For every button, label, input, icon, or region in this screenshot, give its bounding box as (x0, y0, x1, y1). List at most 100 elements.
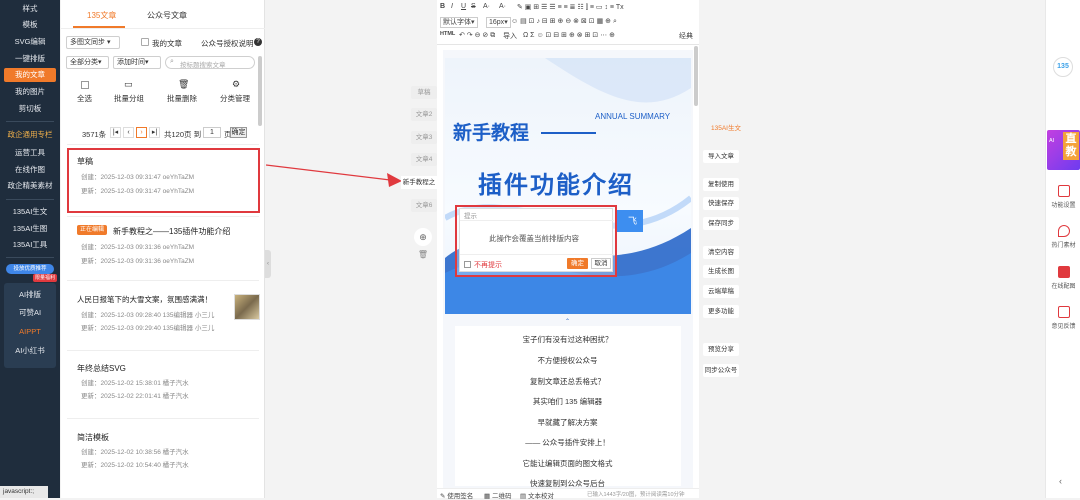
nav-item-auto-layout[interactable]: 一键排版 (0, 52, 60, 66)
sync-dropdown[interactable]: 多图文同步 ▾ (66, 36, 120, 49)
category-filter-label: 全部分类 (70, 59, 98, 66)
side-tab-article-3[interactable]: 文章3 (411, 131, 437, 144)
import-button[interactable]: 导入 (503, 31, 517, 41)
last-page-icon[interactable]: ▸| (149, 127, 160, 138)
hot-materials[interactable]: 热门素材 (1046, 225, 1080, 249)
promo-pill[interactable]: 投放优质推荐 (6, 264, 54, 274)
copy-use-button[interactable]: 复制使用 (703, 178, 739, 191)
editing-badge: 正在编辑 (77, 225, 108, 235)
function-settings[interactable]: 功能设置 (1046, 185, 1080, 209)
select-all-label[interactable]: 全选 (77, 93, 92, 104)
nav-item-ai-text[interactable]: 135AI生文 (0, 205, 60, 219)
collapse-handle[interactable]: ‹ (265, 250, 271, 278)
prev-page-icon[interactable]: ‹ (123, 127, 134, 138)
online-images[interactable]: 在线配图 (1046, 266, 1080, 290)
side-tab-article-4[interactable]: 文章4 (411, 153, 437, 166)
category-manage-button[interactable]: 分类管理 (220, 93, 250, 104)
next-page-icon[interactable]: › (136, 127, 147, 138)
add-tab-icon[interactable]: ⊕ (414, 228, 432, 246)
tab-135-articles[interactable]: 135文章 (87, 10, 116, 21)
nav-item-gov-materials[interactable]: 政企精美素材 (0, 179, 60, 193)
welfare-badge: 限量福利 (33, 274, 58, 282)
dialog-confirm-button[interactable]: 确定 (567, 258, 588, 269)
nav-item-template[interactable]: 模板 (0, 18, 60, 32)
nav-item-my-images[interactable]: 我的图片 (0, 85, 60, 99)
article-line: 它能让编辑页面的图文格式 (522, 459, 613, 468)
clear-content-button[interactable]: 清空内容 (703, 246, 739, 259)
nav-item-my-articles[interactable]: 我的文章 (4, 68, 56, 82)
side-tab-current[interactable]: 新手教程之 (401, 176, 437, 189)
fire-icon (1057, 225, 1070, 237)
select-all-checkbox[interactable] (81, 81, 89, 89)
tab-mp-articles[interactable]: 公众号文章 (147, 10, 187, 21)
cloud-draft-button[interactable]: 云端草稿 (703, 285, 739, 298)
editor-scrollbar[interactable] (694, 46, 698, 106)
cover-subtitle: 插件功能介绍 (478, 172, 634, 199)
time-sort[interactable]: 添加时间▾ (113, 56, 161, 69)
nav-item-ops-tools[interactable]: 运营工具 (0, 146, 60, 160)
nav-item-clipboard[interactable]: 剪切板 (0, 102, 60, 116)
classic-mode-button[interactable]: 经典 (679, 31, 693, 41)
logo-135[interactable]: 135 (1053, 57, 1073, 77)
save-sync-button[interactable]: 保存同步 (703, 217, 739, 230)
article-title: 简洁模板 (77, 433, 109, 442)
import-article-button[interactable]: 导入文章 (703, 150, 739, 163)
side-tab-draft[interactable]: 草稿 (411, 86, 437, 99)
search-input[interactable]: ⌕ 按标题搜索文章 (165, 56, 255, 69)
italic-icon[interactable]: I (451, 3, 453, 10)
font-color-icon[interactable]: A· (483, 3, 490, 10)
nav-item-svg-edit[interactable]: SVG编辑 (0, 35, 60, 49)
page-confirm-button[interactable]: 确定 (230, 127, 247, 138)
trash-icon: 🗑 (178, 79, 190, 89)
nav-item-online-drawing[interactable]: 在线作图 (0, 163, 60, 177)
nav-item-ai-image[interactable]: 135AI生图 (0, 222, 60, 236)
my-article-checkbox[interactable] (141, 38, 149, 46)
quick-save-button[interactable]: 快速保存 (703, 197, 739, 210)
dialog-cancel-button[interactable]: 取消 (591, 258, 611, 269)
first-page-icon[interactable]: |◂ (110, 127, 121, 138)
page-input[interactable]: 1 (203, 127, 221, 138)
strike-icon[interactable]: S (471, 3, 476, 10)
batch-group-button[interactable]: 批量分组 (114, 93, 144, 104)
side-tab-article-2[interactable]: 文章2 (411, 108, 437, 121)
trash-icon[interactable]: 🗑 (414, 250, 432, 266)
batch-delete-button[interactable]: 批量删除 (167, 93, 197, 104)
auth-help-link[interactable]: 公众号授权说明 (201, 38, 254, 49)
nav-item-ai-layout[interactable]: AI排版 (0, 288, 60, 302)
insert-icon[interactable]: ☺ ▤ ⊡ ♪ ⊟ ⊞ ⊕ ⊖ ⊗ ⊠ ⊡ ▦ ⊕ ⌕ (511, 17, 617, 26)
feedback[interactable]: 意见反馈 (1046, 306, 1080, 330)
long-image-button[interactable]: 生成长图 (703, 265, 739, 278)
qrcode-button[interactable]: ▦ 二维码 (484, 490, 511, 500)
bold-icon[interactable]: B (440, 3, 445, 10)
sync-mp-button[interactable]: 同步公众号 (703, 364, 739, 377)
nav-item-ai-xhs[interactable]: AI小红书 (0, 344, 60, 358)
nav-item-kezan-ai[interactable]: 可赞AI (0, 306, 60, 320)
format-icon[interactable]: ✎ ▣ ⊞ ☰ ☰ ≡ ≡ ≣ ☷ ⫿ ≡ ▭ ↕ ≡ Tx (517, 3, 624, 12)
article-created: 创建：2025-12-03 09:28:40 135编辑器 小三儿 (81, 312, 215, 319)
nav-item-style[interactable]: 样式 (0, 2, 60, 16)
underline-icon[interactable]: U (461, 3, 466, 10)
ai-write-button[interactable]: 135AI生文 (702, 122, 750, 135)
help-icon[interactable]: ? (254, 38, 262, 46)
collapse-icon[interactable]: ‹ (1059, 476, 1062, 486)
symbol-icon[interactable]: Ω Σ ☺ ⊡ ⊟ ⊞ ⊕ ⊗ ⊞ ⊡ ⋯ ⊕ (523, 31, 615, 39)
proofread-button[interactable]: ▤ 文本校对 (520, 490, 554, 500)
link-icon[interactable]: ↶ ↷ ⊖ ⊘ ⧉ (459, 31, 495, 40)
panel-scrollbar[interactable] (258, 56, 262, 126)
preview-share-button[interactable]: 预览分享 (703, 343, 739, 356)
nav-item-ai-tools[interactable]: 135AI工具 (0, 238, 60, 252)
side-tab-article-6[interactable]: 文章6 (411, 199, 437, 212)
signature-button[interactable]: ✎ 使用签名 (440, 490, 473, 500)
tab-divider (61, 28, 265, 29)
html-button[interactable]: HTML (440, 31, 455, 37)
category-filter[interactable]: 全部分类▾ (66, 56, 109, 69)
more-functions-button[interactable]: 更多功能 (703, 305, 739, 318)
nav-item-gov-column[interactable]: 政企通用专栏 (0, 128, 60, 142)
font-size-select[interactable]: 16px▾ (486, 17, 511, 28)
promo-banner[interactable]: AI 直教 (1047, 130, 1080, 170)
nav-item-aippt[interactable]: AIPPT (0, 325, 60, 339)
font-family-select[interactable]: 默认字体▾ (440, 17, 478, 28)
no-remind-checkbox[interactable] (464, 261, 471, 268)
toolbar-row-2: 默认字体▾ 16px▾ ☺ ▤ ⊡ ♪ ⊟ ⊞ ⊕ ⊖ ⊗ ⊠ ⊡ ▦ ⊕ ⌕ (437, 17, 699, 30)
highlight-icon[interactable]: A· (499, 3, 506, 10)
